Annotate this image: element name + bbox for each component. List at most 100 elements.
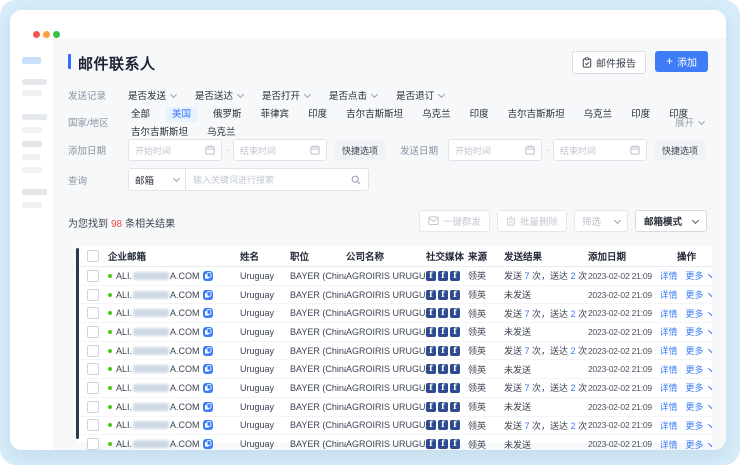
detail-link[interactable]: 详情: [661, 400, 678, 413]
more-link[interactable]: 更多: [686, 438, 713, 450]
facebook-icon[interactable]: f: [450, 290, 460, 300]
facebook-icon[interactable]: f: [438, 346, 448, 356]
detail-link[interactable]: 详情: [661, 438, 678, 450]
row-checkbox[interactable]: [87, 438, 99, 450]
add-date-quick-button[interactable]: 快捷选项: [335, 140, 385, 160]
filter-dropdown[interactable]: 是否点击: [329, 88, 377, 102]
sidebar-item[interactable]: [22, 154, 40, 160]
facebook-icon[interactable]: f: [438, 420, 448, 430]
facebook-icon[interactable]: f: [450, 308, 460, 318]
facebook-icon[interactable]: f: [426, 420, 436, 430]
mode-select[interactable]: 邮箱模式: [635, 210, 707, 232]
facebook-icon[interactable]: f: [426, 308, 436, 318]
sidebar-item-active[interactable]: [22, 57, 41, 64]
facebook-icon[interactable]: f: [450, 439, 460, 449]
facebook-icon[interactable]: f: [450, 364, 460, 374]
facebook-icon[interactable]: f: [450, 383, 460, 393]
country-option[interactable]: 乌克兰: [581, 107, 616, 122]
country-option[interactable]: 印度: [628, 107, 653, 122]
country-option[interactable]: 吉尔吉斯斯坦: [505, 107, 568, 122]
facebook-icon[interactable]: f: [426, 364, 436, 374]
copy-icon[interactable]: [203, 327, 213, 337]
send-date-quick-button[interactable]: 快捷选项: [655, 140, 705, 160]
copy-icon[interactable]: [203, 271, 213, 281]
copy-icon[interactable]: [203, 420, 213, 430]
country-option[interactable]: 全部: [128, 107, 153, 122]
send-date-start-input[interactable]: 开始时间: [448, 139, 542, 161]
add-date-end-input[interactable]: 结束时间: [233, 139, 327, 161]
more-link[interactable]: 更多: [686, 400, 713, 413]
row-checkbox[interactable]: [87, 382, 99, 394]
maximize-window-icon[interactable]: [53, 31, 60, 38]
sidebar-item[interactable]: [22, 79, 47, 85]
bulk-send-button[interactable]: 一键群发: [419, 210, 490, 232]
row-checkbox[interactable]: [87, 289, 99, 301]
add-button[interactable]: + 添加: [655, 51, 708, 72]
country-option[interactable]: 乌克兰: [419, 107, 454, 122]
row-checkbox[interactable]: [87, 307, 99, 319]
detail-link[interactable]: 详情: [661, 325, 678, 338]
filter-dropdown[interactable]: 是否送达: [195, 88, 243, 102]
facebook-icon[interactable]: f: [426, 346, 436, 356]
more-link[interactable]: 更多: [686, 419, 713, 432]
sidebar-item[interactable]: [22, 202, 42, 208]
facebook-icon[interactable]: f: [426, 439, 436, 449]
detail-link[interactable]: 详情: [661, 344, 678, 357]
row-checkbox[interactable]: [87, 326, 99, 338]
copy-icon[interactable]: [203, 383, 213, 393]
facebook-icon[interactable]: f: [438, 308, 448, 318]
copy-icon[interactable]: [203, 308, 213, 318]
query-field-select[interactable]: 邮箱: [128, 168, 185, 191]
more-link[interactable]: 更多: [686, 344, 713, 357]
detail-link[interactable]: 详情: [661, 307, 678, 320]
detail-link[interactable]: 详情: [661, 288, 678, 301]
row-checkbox[interactable]: [87, 401, 99, 413]
facebook-icon[interactable]: f: [426, 402, 436, 412]
copy-icon[interactable]: [203, 439, 213, 449]
more-link[interactable]: 更多: [686, 363, 713, 376]
detail-link[interactable]: 详情: [661, 363, 678, 376]
filter-dropdown[interactable]: 是否发送: [128, 88, 176, 102]
more-link[interactable]: 更多: [686, 307, 713, 320]
facebook-icon[interactable]: f: [426, 327, 436, 337]
sidebar-item[interactable]: [22, 114, 47, 120]
country-option[interactable]: 印度: [467, 107, 492, 122]
expand-toggle[interactable]: 展开: [675, 115, 704, 129]
country-option[interactable]: 美国: [166, 107, 197, 122]
facebook-icon[interactable]: f: [450, 402, 460, 412]
add-date-start-input[interactable]: 开始时间: [128, 139, 222, 161]
country-option[interactable]: 乌克兰: [204, 125, 239, 140]
facebook-icon[interactable]: f: [438, 383, 448, 393]
detail-link[interactable]: 详情: [661, 419, 678, 432]
facebook-icon[interactable]: f: [438, 290, 448, 300]
copy-icon[interactable]: [203, 402, 213, 412]
search-input[interactable]: 输入关键词进行搜索: [185, 168, 369, 191]
close-window-icon[interactable]: [33, 31, 40, 38]
row-checkbox[interactable]: [87, 419, 99, 431]
sidebar-item[interactable]: [22, 167, 42, 173]
country-option[interactable]: 菲律宾: [258, 107, 293, 122]
facebook-icon[interactable]: f: [426, 271, 436, 281]
country-option[interactable]: 吉尔吉斯斯坦: [343, 107, 406, 122]
filter-dropdown[interactable]: 是否退订: [396, 88, 444, 102]
facebook-icon[interactable]: f: [450, 420, 460, 430]
minimize-window-icon[interactable]: [43, 31, 50, 38]
more-link[interactable]: 更多: [686, 381, 713, 394]
facebook-icon[interactable]: f: [426, 290, 436, 300]
facebook-icon[interactable]: f: [438, 402, 448, 412]
email-report-button[interactable]: 邮件报告: [572, 51, 646, 74]
sidebar-item[interactable]: [22, 127, 42, 133]
filter-dropdown[interactable]: 是否打开: [262, 88, 310, 102]
country-option[interactable]: 印度: [305, 107, 330, 122]
bulk-delete-button[interactable]: 批量删除: [497, 210, 567, 232]
copy-icon[interactable]: [203, 346, 213, 356]
filter-select[interactable]: 筛选: [574, 210, 628, 232]
detail-link[interactable]: 详情: [661, 381, 678, 394]
row-checkbox[interactable]: [87, 345, 99, 357]
facebook-icon[interactable]: f: [438, 439, 448, 449]
sidebar-item[interactable]: [22, 189, 47, 195]
copy-icon[interactable]: [203, 364, 213, 374]
detail-link[interactable]: 详情: [661, 269, 678, 282]
facebook-icon[interactable]: f: [450, 327, 460, 337]
country-option[interactable]: 俄罗斯: [210, 107, 245, 122]
